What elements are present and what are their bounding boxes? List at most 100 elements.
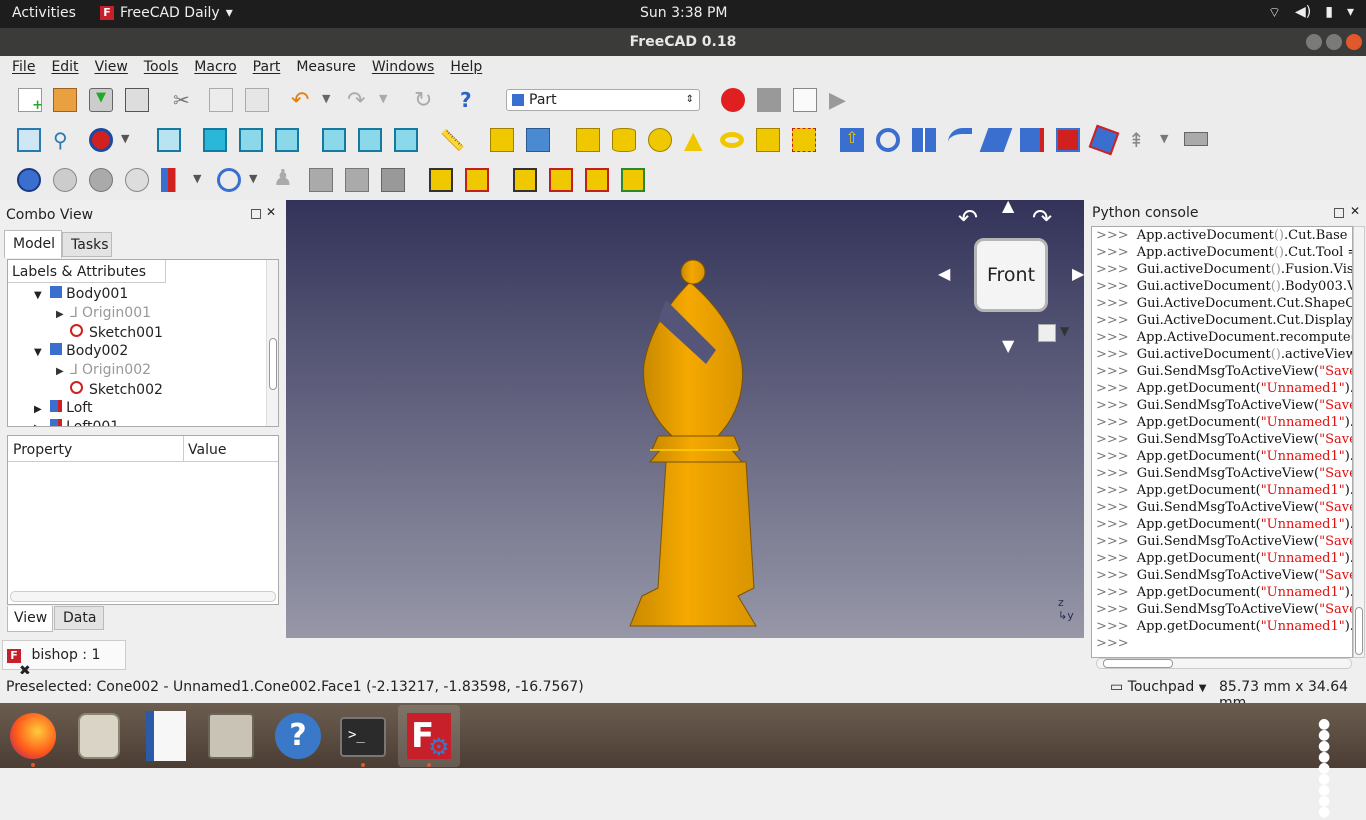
3d-viewport[interactable]: ↶ ▲ ↷ ◀ ▶ ▼ Front ▼ z ↳y: [286, 196, 1084, 638]
split-features-icon[interactable]: [217, 168, 241, 192]
expand-arrow-icon[interactable]: ▶: [34, 423, 42, 426]
property-horizontal-scrollbar[interactable]: [10, 591, 276, 602]
torus-icon[interactable]: [720, 132, 744, 148]
redo-icon[interactable]: ↷: [347, 88, 371, 113]
make-face-icon[interactable]: [1020, 128, 1044, 152]
float-panel-icon[interactable]: [251, 209, 261, 219]
navigation-cube[interactable]: ↶ ▲ ↷ ◀ ▶ ▼ Front ▼: [932, 196, 1084, 360]
tree-item-origin001[interactable]: ▶ ⅃ Origin001: [56, 305, 151, 324]
primitives-icon[interactable]: [756, 128, 780, 152]
chevron-down-icon[interactable]: ▼: [1160, 132, 1184, 156]
tree-item-loft001[interactable]: ▶ Loft001: [34, 419, 119, 426]
navigation-style-selector[interactable]: ▭ Touchpad ▼: [1110, 679, 1206, 695]
writer-icon[interactable]: [146, 711, 186, 761]
draw-style-icon[interactable]: [89, 128, 113, 152]
pan-left-arrow-icon[interactable]: ◀: [938, 264, 950, 283]
property-view[interactable]: Property Value: [7, 435, 279, 605]
shape-builder-icon[interactable]: [792, 128, 816, 152]
save-icon[interactable]: ▼: [89, 88, 113, 112]
close-button[interactable]: [1346, 34, 1362, 50]
create-group-icon[interactable]: [526, 128, 550, 152]
value-header[interactable]: Value: [184, 436, 278, 462]
fit-selection-icon[interactable]: ⚲: [53, 128, 77, 152]
measure-refresh-icon[interactable]: [513, 168, 537, 192]
refresh-icon[interactable]: ↻: [414, 88, 438, 113]
console-input-line[interactable]: >>>: [1096, 636, 1352, 653]
menu-edit[interactable]: Edit: [43, 56, 86, 80]
property-header[interactable]: Property: [8, 436, 184, 462]
paste-icon[interactable]: [245, 88, 269, 112]
close-panel-icon[interactable]: ✕: [1350, 204, 1360, 218]
fit-all-icon[interactable]: [17, 128, 41, 152]
chevron-down-icon[interactable]: ▼: [379, 92, 403, 116]
maximize-button[interactable]: [1326, 34, 1342, 50]
tree-item-loft[interactable]: ▶ Loft: [34, 400, 92, 419]
tree-vertical-scrollbar[interactable]: [266, 260, 278, 426]
measure-angular-icon[interactable]: [465, 168, 489, 192]
revolve-icon[interactable]: [876, 128, 900, 152]
sweep-icon[interactable]: ⇞: [1128, 128, 1152, 152]
rhythmbox-icon[interactable]: [78, 713, 120, 759]
right-view-icon[interactable]: [275, 128, 299, 152]
fillet-icon[interactable]: [948, 128, 972, 152]
activities-button[interactable]: Activities: [12, 5, 76, 21]
tab-model[interactable]: Model: [4, 230, 62, 258]
menu-windows[interactable]: Windows: [364, 56, 443, 80]
common-icon[interactable]: [125, 168, 149, 192]
workbench-selector[interactable]: Part ⇕: [506, 89, 700, 111]
measure-clear-icon[interactable]: [549, 168, 573, 192]
mirror-icon[interactable]: [912, 128, 936, 152]
fusion-icon[interactable]: [89, 168, 113, 192]
tree-item-sketch002[interactable]: Sketch002: [70, 381, 163, 400]
expand-arrow-icon[interactable]: ▶: [56, 309, 64, 320]
chevron-down-icon[interactable]: ▼: [1060, 324, 1069, 338]
defeaturing-icon[interactable]: [345, 168, 369, 192]
menu-file[interactable]: File: [4, 56, 43, 80]
pan-down-arrow-icon[interactable]: ▼: [1002, 336, 1014, 355]
measure-toggle-all-icon[interactable]: [585, 168, 609, 192]
rear-view-icon[interactable]: [322, 128, 346, 152]
menu-tools[interactable]: Tools: [136, 56, 187, 80]
chevron-down-icon[interactable]: ▼: [193, 172, 217, 196]
undo-icon[interactable]: ↶: [291, 88, 315, 113]
top-view-icon[interactable]: [239, 128, 263, 152]
firefox-icon[interactable]: [10, 713, 56, 759]
front-view-icon[interactable]: [203, 128, 227, 152]
python-console-output[interactable]: >>>App.activeDocument().Cut.Base = A>>>A…: [1091, 226, 1353, 658]
extrude-icon[interactable]: ⇧: [840, 128, 864, 152]
open-document-icon[interactable]: [53, 88, 77, 112]
check-geometry-icon[interactable]: [309, 168, 333, 192]
cube-icon[interactable]: [576, 128, 600, 152]
freecad-icon[interactable]: F ⚙: [398, 705, 460, 767]
cylinder-icon[interactable]: [612, 128, 636, 152]
scrollbar-thumb[interactable]: [1355, 607, 1363, 655]
mini-cube-icon[interactable]: [1038, 324, 1056, 342]
tree-item-origin002[interactable]: ▶ ⅃ Origin002: [56, 362, 151, 381]
tree-header[interactable]: Labels & Attributes: [8, 260, 166, 283]
menu-part[interactable]: Part: [245, 56, 289, 80]
tree-item-body001[interactable]: ▼ Body001: [34, 286, 128, 305]
compound-icon[interactable]: ♟: [273, 166, 297, 191]
print-icon[interactable]: [125, 88, 149, 112]
tree-item-body002[interactable]: ▼ Body002: [34, 343, 128, 362]
measure-linear-icon[interactable]: [429, 168, 453, 192]
measure-distance-icon[interactable]: 📏: [440, 128, 465, 152]
chevron-down-icon[interactable]: ▼: [121, 132, 145, 156]
tab-view[interactable]: View: [7, 606, 53, 632]
close-panel-icon[interactable]: ✕: [266, 205, 276, 219]
measure-toggle-3d-icon[interactable]: [621, 168, 645, 192]
new-document-icon[interactable]: +: [18, 88, 43, 113]
expand-arrow-icon[interactable]: ▶: [56, 366, 64, 377]
menu-macro[interactable]: Macro: [186, 56, 244, 80]
menu-measure[interactable]: Measure: [288, 56, 364, 80]
isometric-view-icon[interactable]: [157, 128, 181, 152]
ruled-surface-icon[interactable]: [1056, 128, 1080, 152]
minimize-button[interactable]: [1306, 34, 1322, 50]
expand-arrow-icon[interactable]: ▼: [34, 347, 42, 358]
menu-help[interactable]: Help: [442, 56, 490, 80]
offset-icon[interactable]: [1184, 132, 1208, 146]
terminal-icon[interactable]: >_: [340, 717, 386, 757]
copy-icon[interactable]: [209, 88, 233, 112]
record-macro-icon[interactable]: [721, 88, 745, 112]
scrollbar-thumb[interactable]: [1103, 659, 1173, 668]
